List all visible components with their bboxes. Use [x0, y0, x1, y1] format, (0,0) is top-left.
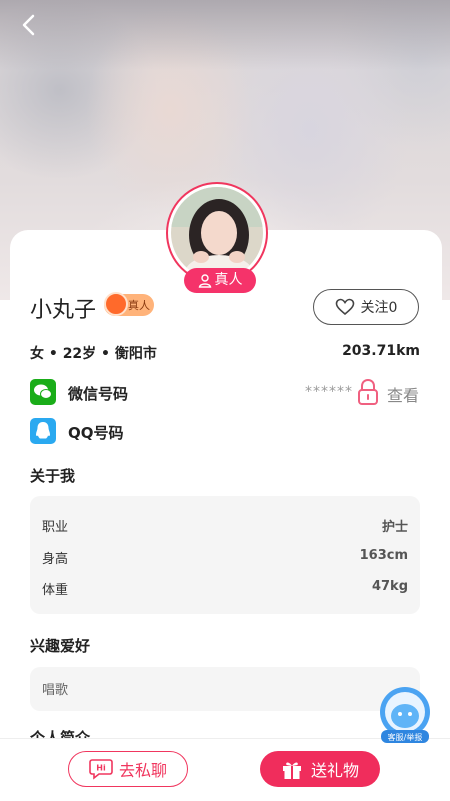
about-title: 关于我 — [30, 467, 76, 485]
follow-label: 关注0 — [360, 300, 398, 316]
hi-bubble-icon: Hi — [89, 759, 113, 780]
heart-icon — [335, 298, 354, 316]
profile-name: 小丸子 — [30, 298, 97, 323]
about-row-value: 47kg — [371, 579, 408, 594]
follow-button[interactable]: 关注0 — [313, 289, 419, 325]
view-contact-button[interactable]: 查看 — [387, 382, 419, 406]
lock-icon[interactable] — [356, 378, 380, 406]
real-tag-label: 真人 — [214, 272, 243, 288]
qq-icon — [30, 418, 56, 444]
send-gift-label: 送礼物 — [310, 761, 359, 780]
about-row-value: 护士 — [381, 520, 408, 535]
svg-text:Hi: Hi — [96, 764, 106, 773]
basic-info: 女 • 22岁 • 衡阳市 — [30, 346, 157, 362]
private-chat-button[interactable]: Hi 去私聊 — [68, 751, 188, 787]
hobby-value: 唱歌 — [42, 683, 69, 698]
about-row-label: 体重 — [42, 583, 69, 598]
header-shade — [0, 0, 450, 70]
distance: 203.71km — [342, 343, 420, 359]
real-person-tag: 真人 — [184, 268, 256, 293]
back-arrow-icon[interactable] — [14, 10, 44, 40]
assistant-label: 客服/举报 — [388, 732, 423, 742]
about-row-label: 职业 — [42, 520, 69, 535]
assistant-icon[interactable]: 客服/举报 — [377, 686, 433, 744]
avatar[interactable] — [171, 187, 263, 279]
qq-label: QQ号码 — [68, 424, 124, 442]
private-chat-label: 去私聊 — [118, 761, 167, 780]
about-row-value: 163cm — [359, 548, 408, 563]
hobbies-title: 兴趣爱好 — [30, 637, 91, 655]
about-box: 职业 护士 身高 163cm 体重 47kg — [30, 496, 420, 614]
send-gift-button[interactable]: 送礼物 — [260, 751, 380, 787]
wechat-masked-value: ****** — [305, 384, 353, 400]
about-row-label: 身高 — [42, 552, 69, 567]
wechat-icon — [30, 379, 56, 405]
hobbies-box: 唱歌 — [30, 667, 420, 711]
badge-face-icon — [104, 292, 128, 316]
gift-icon — [282, 762, 301, 779]
badge-label: 真人 — [128, 299, 150, 312]
wechat-label: 微信号码 — [68, 385, 129, 403]
person-icon — [198, 273, 211, 288]
